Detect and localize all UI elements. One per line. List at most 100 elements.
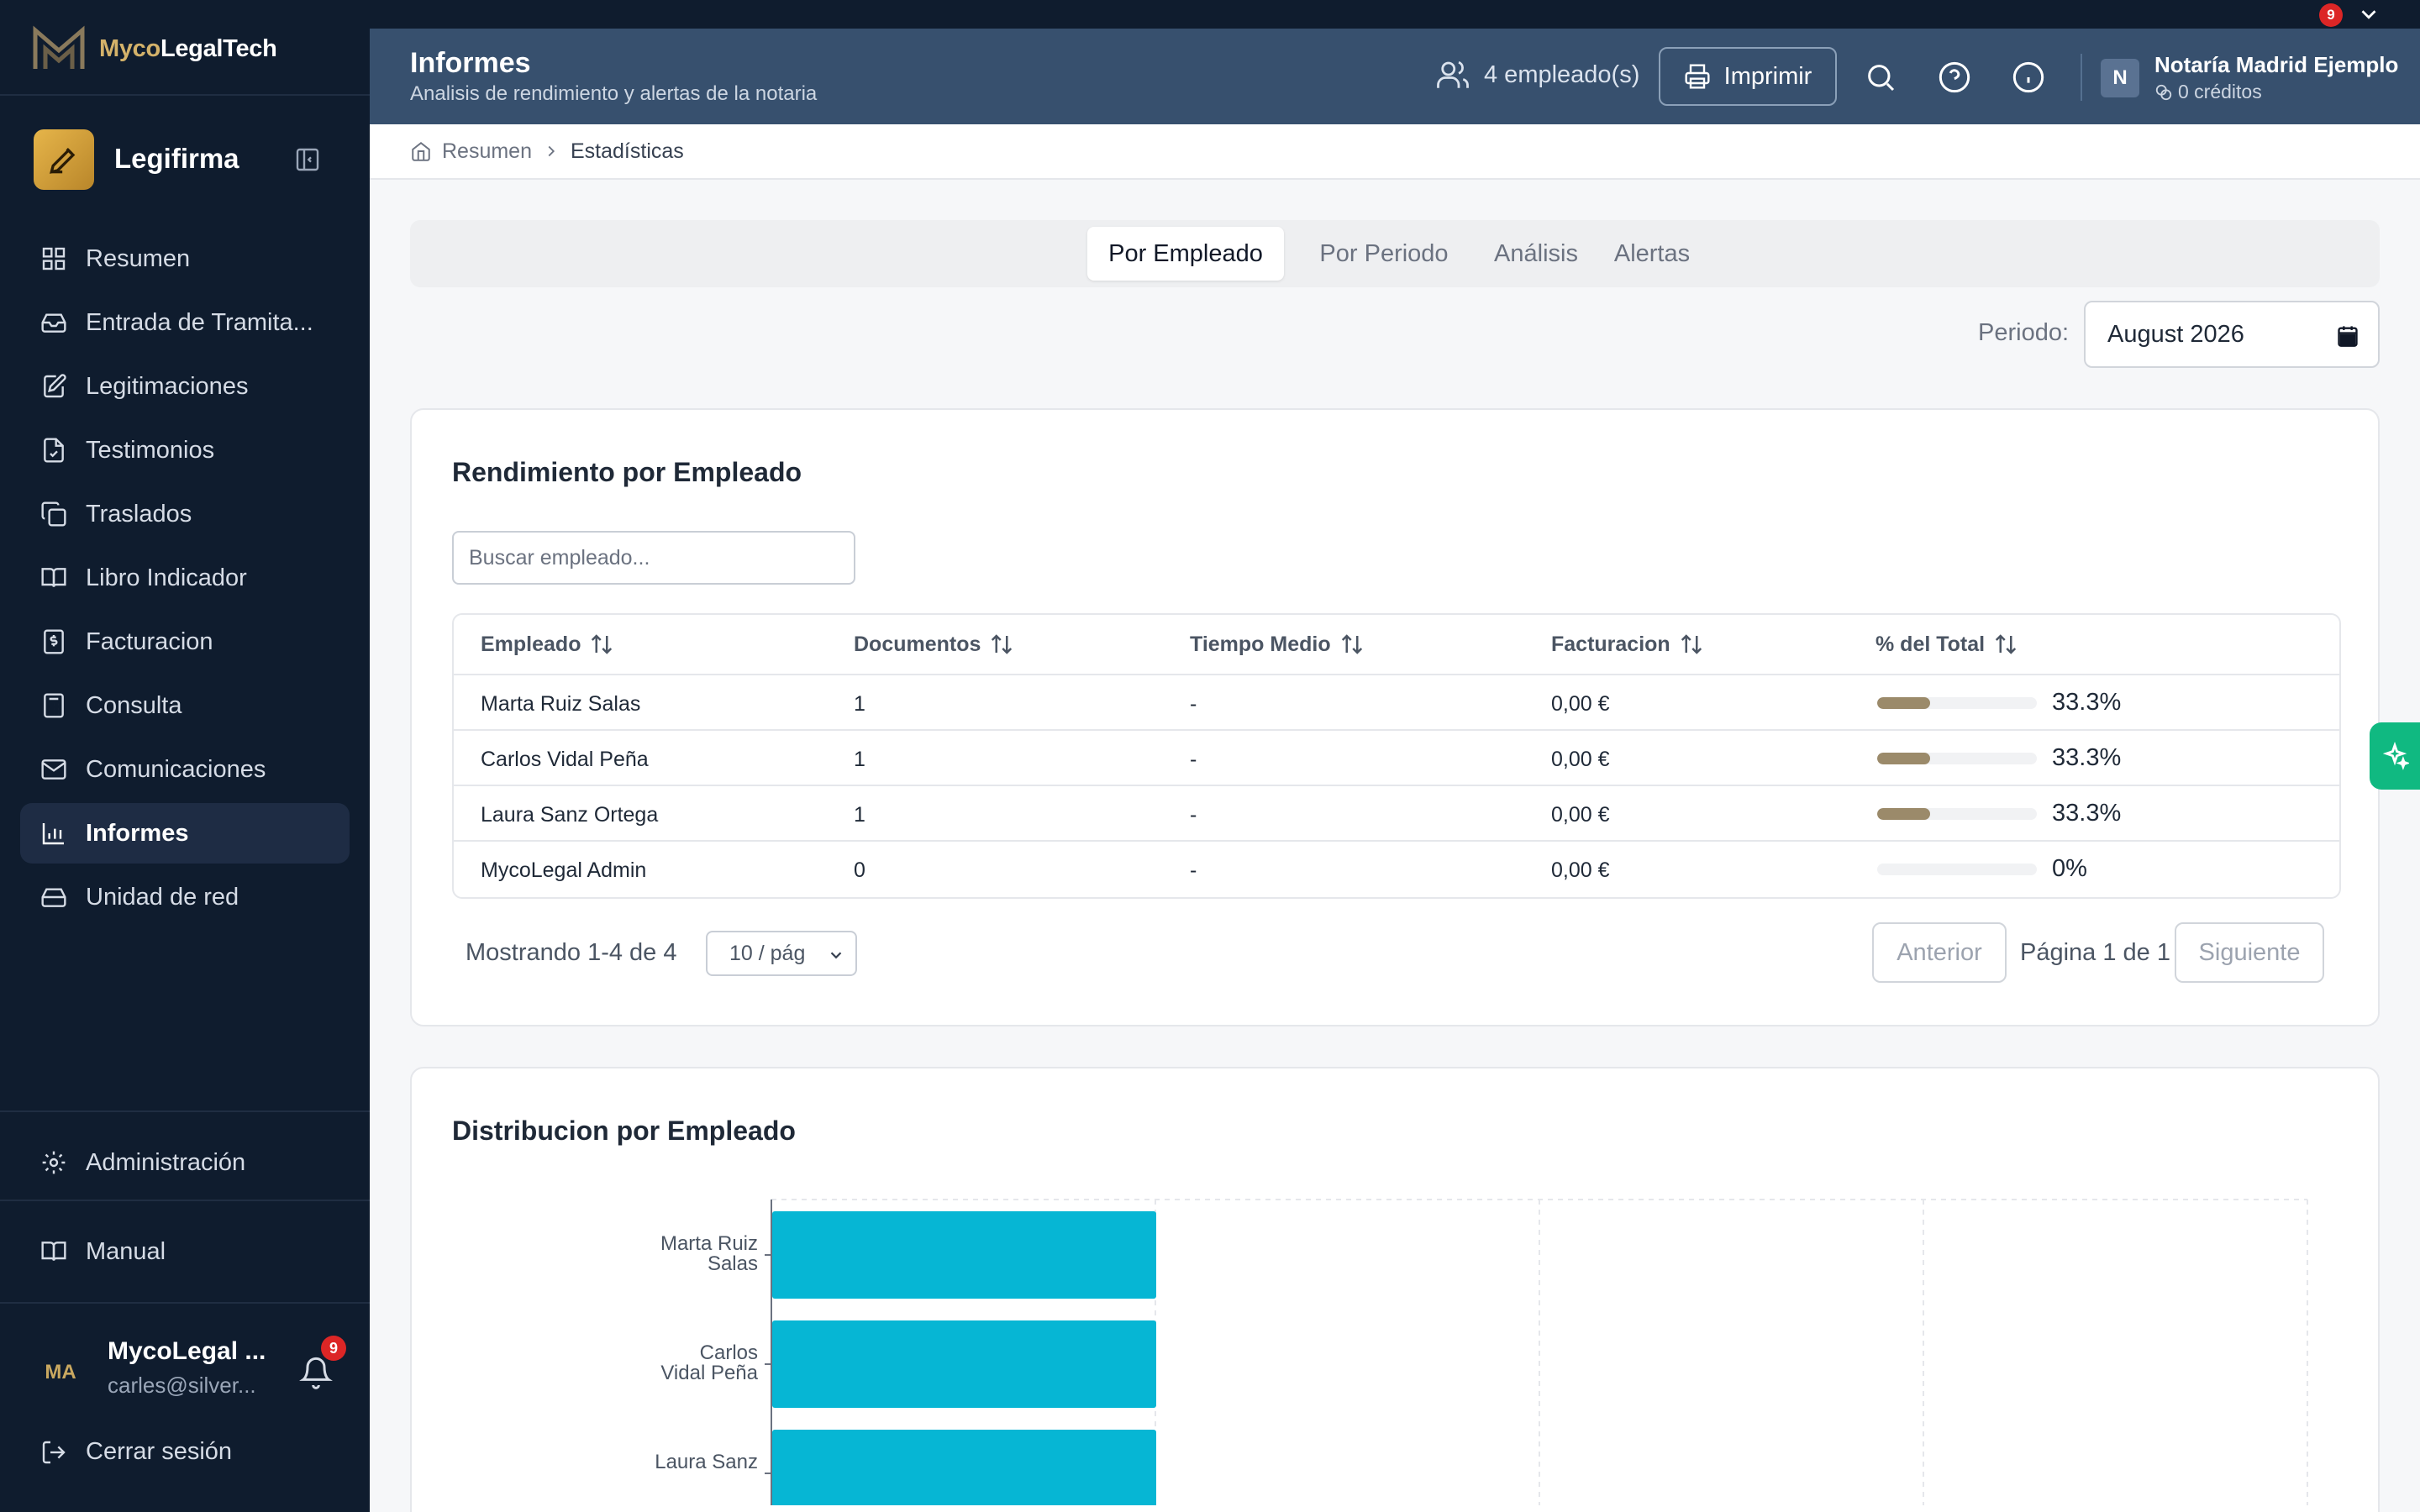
cell-pct-total: 0% <box>2052 855 2087 882</box>
cell-documentos: 1 <box>854 748 865 771</box>
employee-search-input[interactable] <box>452 531 855 585</box>
brand[interactable]: MycoLegalTech <box>30 24 277 74</box>
calendar-icon[interactable] <box>2336 324 2360 348</box>
next-page-button[interactable]: Siguiente <box>2175 922 2324 983</box>
home-icon[interactable] <box>410 140 432 162</box>
sidebar-item-label: Manual <box>86 1237 166 1265</box>
cell-facturacion: 0,00 € <box>1551 803 1610 827</box>
sidebar-item-label: Libro Indicador <box>86 564 247 591</box>
sidebar-item-informes[interactable]: Informes <box>20 803 350 864</box>
org-avatar[interactable]: N <box>2101 59 2139 97</box>
chevron-down-icon[interactable] <box>2356 2 2381 27</box>
bell-icon[interactable] <box>299 1356 333 1389</box>
tab-por-periodo[interactable]: Por Periodo <box>1296 227 1472 281</box>
tab-alertas[interactable]: Alertas <box>1600 227 1704 281</box>
column-header-facturacion[interactable]: Facturacion <box>1551 632 1704 657</box>
cell-empleado: Laura Sanz Ortega <box>481 803 659 827</box>
sidebar-item-facturacion[interactable]: Facturacion <box>20 612 350 672</box>
cell-facturacion: 0,00 € <box>1551 748 1610 771</box>
sidebar-item-legitimaciones[interactable]: Legitimaciones <box>20 356 350 417</box>
print-button[interactable]: Imprimir <box>1659 47 1837 106</box>
user-profile[interactable]: MA MycoLegal ... carles@silver... 9 <box>34 1331 353 1406</box>
previous-page-button[interactable]: Anterior <box>1872 922 2007 983</box>
distribution-chart: Marta RuizSalas CarlosVidal Peña Laura San… <box>655 1199 2308 1505</box>
employee-table: Empleado Documentos Tiempo Medio Factura… <box>452 613 2341 899</box>
table-row[interactable]: Laura Sanz Ortega 1 - 0,00 € 33.3% <box>454 786 2339 842</box>
pagination-summary: Mostrando 1-4 de 4 <box>466 939 677 966</box>
periodo-month-input[interactable]: August 2026 <box>2084 301 2380 368</box>
table-row[interactable]: MycoLegal Admin 0 - 0,00 € 0% <box>454 842 2339 897</box>
tab-analisis[interactable]: Análisis <box>1476 227 1597 281</box>
bar <box>772 1211 1156 1299</box>
sidebar-item-label: Consulta <box>86 691 182 719</box>
sidebar-item-label: Informes <box>86 819 189 847</box>
org-name[interactable]: Notaría Madrid Ejemplo <box>2154 52 2398 78</box>
info-icon[interactable] <box>2012 60 2045 94</box>
sidebar-item-label: Comunicaciones <box>86 755 266 783</box>
sidebar-item-unidad-de-red[interactable]: Unidad de red <box>20 867 350 927</box>
share-bar-fill <box>1877 753 1931 764</box>
sidebar-item-traslados[interactable]: Traslados <box>20 484 350 544</box>
copy-icon <box>41 501 66 527</box>
table-row[interactable]: Carlos Vidal Peña 1 - 0,00 € 33.3% <box>454 731 2339 786</box>
divider <box>0 1302 370 1304</box>
sidebar-item-administracion[interactable]: Administración <box>20 1132 350 1196</box>
sidebar-item-label: Testimonios <box>86 436 215 464</box>
search-icon[interactable] <box>1864 60 1897 94</box>
cell-pct-total: 33.3% <box>2052 800 2122 827</box>
share-bar <box>1877 753 2037 764</box>
help-icon[interactable] <box>1938 60 1971 94</box>
sort-icon <box>1995 634 2017 654</box>
page-subtitle: Analisis de rendimiento y alertas de la … <box>410 82 818 105</box>
per-page-select[interactable]: 10 / pág <box>706 931 857 976</box>
share-bar <box>1877 808 2037 820</box>
card-title: Distribucion por Empleado <box>452 1116 796 1146</box>
logout-icon <box>42 1441 66 1463</box>
divider <box>0 94 370 96</box>
sidebar-item-testimonios[interactable]: Testimonios <box>20 420 350 480</box>
column-header-pct-total[interactable]: % del Total <box>1876 632 2018 657</box>
column-header-tiempo-medio[interactable]: Tiempo Medio <box>1190 632 1365 657</box>
cell-facturacion: 0,00 € <box>1551 692 1610 716</box>
breadcrumb-current: Estadísticas <box>571 139 684 163</box>
share-bar-fill <box>1877 697 1931 709</box>
notification-badge[interactable]: 9 <box>2319 3 2343 27</box>
divider <box>2081 54 2082 101</box>
page-header: Informes Analisis de rendimiento y alert… <box>370 29 2420 124</box>
sidebar-item-comunicaciones[interactable]: Comunicaciones <box>20 739 350 800</box>
sidebar-nav: Resumen Entrada de Tramita... Legitimacion… <box>20 228 350 931</box>
ai-assistant-button[interactable] <box>2370 722 2420 790</box>
grid-icon <box>42 247 66 270</box>
inbox-icon <box>41 313 66 333</box>
sidebar-item-libro-indicador[interactable]: Libro Indicador <box>20 548 350 608</box>
printer-icon <box>1685 64 1710 89</box>
avatar: MA <box>45 1361 76 1383</box>
table-row[interactable]: Marta Ruiz Salas 1 - 0,00 € 33.3% <box>454 675 2339 731</box>
logout-button[interactable]: Cerrar sesión <box>40 1438 232 1466</box>
cell-pct-total: 33.3% <box>2052 689 2122 716</box>
sidebar-item-resumen[interactable]: Resumen <box>20 228 350 289</box>
cell-tiempo-medio: - <box>1190 803 1197 827</box>
cell-documentos: 0 <box>854 858 865 882</box>
column-header-documentos[interactable]: Documentos <box>854 632 1014 657</box>
print-label: Imprimir <box>1723 62 1812 90</box>
sort-icon <box>592 634 613 654</box>
credits: 0 créditos <box>2154 81 2262 103</box>
breadcrumb-home[interactable]: Resumen <box>442 139 532 164</box>
tab-por-empleado[interactable]: Por Empleado <box>1087 227 1284 281</box>
logout-label: Cerrar sesión <box>86 1438 233 1465</box>
column-header-empleado[interactable]: Empleado <box>481 632 614 657</box>
sidebar-item-label: Facturacion <box>86 627 213 655</box>
bar-chart-icon <box>42 823 64 845</box>
sidebar-item-consulta[interactable]: Consulta <box>20 675 350 736</box>
invoice-icon <box>44 629 64 654</box>
distribution-card: Distribucion por Empleado Marta Ruiz Sala… <box>410 1067 2380 1512</box>
share-bar <box>1877 864 2037 875</box>
collapse-sidebar-icon[interactable] <box>294 146 321 173</box>
calculator-icon <box>44 693 64 718</box>
y-tick-label: Marta Ruiz <box>660 1232 758 1255</box>
sidebar-item-manual[interactable]: Manual <box>20 1221 350 1285</box>
sidebar-item-entrada-de-tramita[interactable]: Entrada de Tramita... <box>20 292 350 353</box>
users-icon <box>1437 60 1469 88</box>
cell-facturacion: 0,00 € <box>1551 858 1610 882</box>
